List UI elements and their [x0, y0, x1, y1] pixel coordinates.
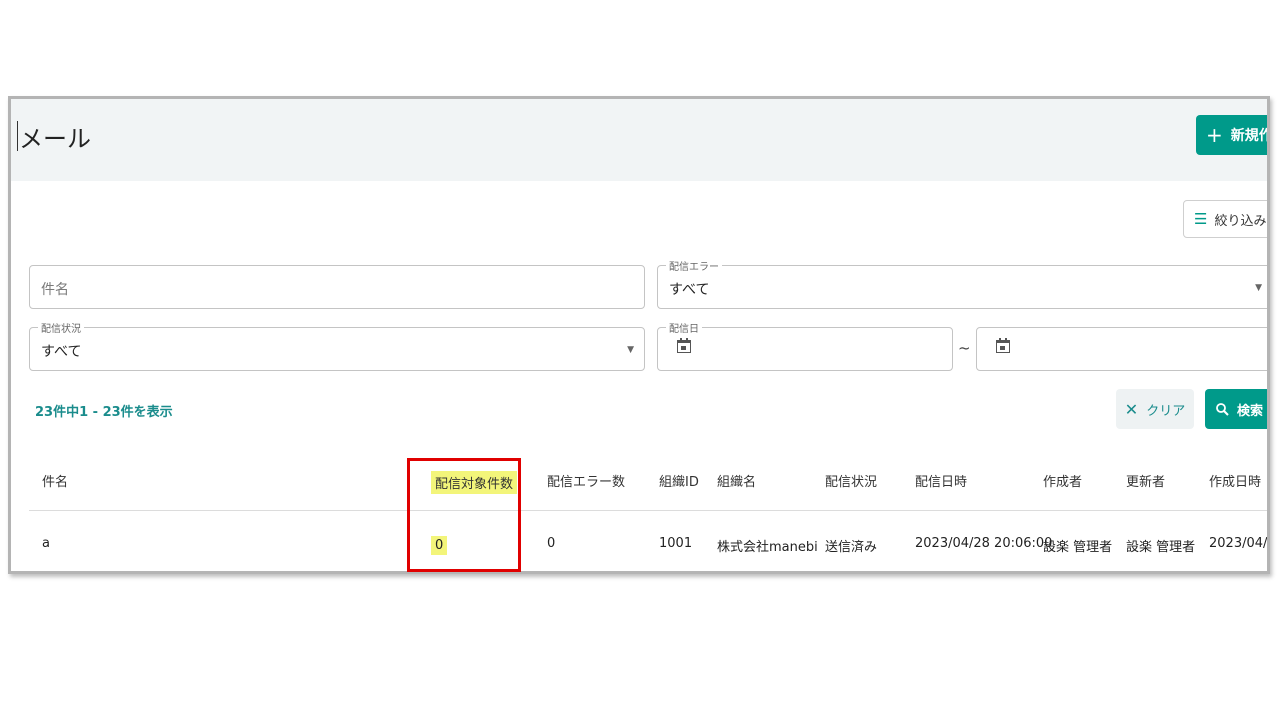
- filter-button[interactable]: ☰ 絞り込み: [1183, 200, 1267, 238]
- column-header-error-count[interactable]: 配信エラー数: [547, 471, 625, 490]
- page-title: メール: [19, 125, 91, 153]
- clear-button[interactable]: ✕ クリア: [1116, 389, 1194, 429]
- cell-org-id: 1001: [659, 536, 693, 551]
- dropdown-arrow-icon: ▼: [1255, 283, 1262, 293]
- new-create-button[interactable]: + 新規作成: [1196, 115, 1267, 155]
- cell-updater: 設楽 管理者: [1126, 540, 1196, 555]
- cell-delivery-datetime: 2023/04/28 20:06:00: [915, 536, 1053, 551]
- cell-status: 送信済み: [825, 540, 878, 555]
- search-label: 検索: [1237, 403, 1264, 419]
- calendar-icon[interactable]: [996, 338, 1010, 354]
- subject-input[interactable]: 件名: [29, 265, 645, 309]
- delivery-date-end-input[interactable]: [976, 327, 1267, 371]
- cell-error-count: 0: [547, 536, 556, 551]
- page-header: メール: [11, 99, 1267, 181]
- dropdown-arrow-icon: ▼: [627, 345, 634, 355]
- column-header-updater[interactable]: 更新者: [1126, 471, 1165, 490]
- cell-org-name: 株式会社manebi: [717, 540, 818, 555]
- column-header-creator[interactable]: 作成者: [1043, 471, 1082, 490]
- close-icon: ✕: [1124, 399, 1139, 419]
- search-button[interactable]: 検索: [1205, 389, 1267, 429]
- delivery-status-select[interactable]: 配信状況 すべて ▼: [29, 320, 645, 371]
- delivery-error-select[interactable]: 配信エラー すべて ▼: [657, 258, 1267, 309]
- column-header-org-name[interactable]: 組織名: [717, 471, 756, 490]
- date-range-separator: ~: [958, 339, 971, 357]
- plus-icon: +: [1206, 123, 1223, 147]
- search-icon: [1216, 402, 1229, 416]
- delivery-status-value: すべて: [41, 344, 82, 360]
- calendar-icon[interactable]: [677, 338, 691, 354]
- new-create-label: 新規作成: [1230, 128, 1267, 144]
- column-header-created-at[interactable]: 作成日時: [1209, 471, 1261, 490]
- column-header-delivery-datetime[interactable]: 配信日時: [915, 471, 967, 490]
- column-header-status[interactable]: 配信状況: [825, 471, 877, 490]
- text-cursor: [17, 121, 18, 151]
- filter-label: 絞り込み: [1214, 213, 1267, 229]
- delivery-error-label: 配信エラー: [666, 258, 722, 273]
- column-header-org-id[interactable]: 組織ID: [659, 471, 699, 490]
- clear-label: クリア: [1146, 403, 1186, 419]
- cell-created-at: 2023/04/28: [1209, 536, 1268, 551]
- cell-subject[interactable]: a: [42, 536, 50, 551]
- column-header-subject[interactable]: 件名: [42, 471, 68, 490]
- delivery-status-label: 配信状況: [38, 320, 84, 335]
- delivery-date-start-input[interactable]: 配信日: [657, 320, 953, 371]
- subject-placeholder: 件名: [41, 282, 69, 298]
- table-divider: [29, 510, 1267, 511]
- delivery-date-label: 配信日: [666, 320, 702, 335]
- filter-icon: ☰: [1194, 210, 1208, 228]
- screenshot-frame: メール + 新規作成 ☰ 絞り込み 件名 配信エラー すべて ▼ 配信状況 すべ…: [8, 96, 1270, 574]
- result-count: 23件中1 - 23件を表示: [35, 405, 173, 420]
- delivery-error-value: すべて: [669, 282, 710, 298]
- annotation-highlight-box: [407, 458, 521, 572]
- cell-creator: 設楽 管理者: [1043, 540, 1113, 555]
